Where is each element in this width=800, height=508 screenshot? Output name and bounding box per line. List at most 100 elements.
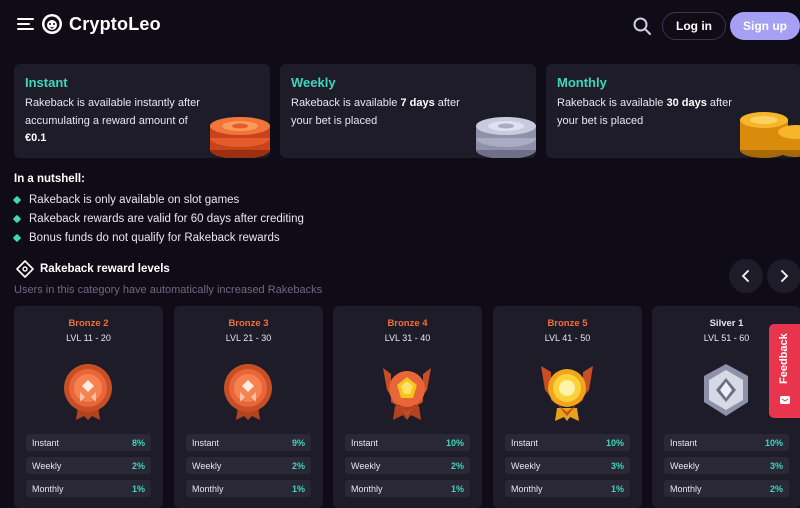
rate-row: Monthly 2% bbox=[664, 480, 789, 497]
rate-row: Monthly 1% bbox=[26, 480, 151, 497]
nutshell-item: Rakeback is only available on slot games bbox=[12, 194, 240, 206]
rate-row: Instant 10% bbox=[345, 434, 470, 451]
info-card-description: Rakeback is available instantly after ac… bbox=[25, 97, 200, 144]
search-icon[interactable] bbox=[632, 16, 652, 36]
rate-label: Instant bbox=[511, 437, 539, 448]
top-header: CryptoLeo Log in Sign up bbox=[0, 0, 800, 52]
rate-row: Monthly 1% bbox=[186, 480, 311, 497]
level-name: Bronze 2 bbox=[68, 318, 109, 329]
rate-value: 2% bbox=[450, 460, 464, 471]
rate-label: Weekly bbox=[192, 460, 222, 471]
rate-label: Monthly bbox=[511, 483, 543, 494]
info-card-description: Rakeback is available 7 days after your … bbox=[291, 97, 460, 127]
chevron-right-icon bbox=[781, 270, 789, 282]
lion-logo-icon bbox=[42, 14, 62, 34]
feedback-tab[interactable]: Feedback bbox=[769, 324, 800, 418]
level-card: Bronze 5 LVL 41 - 50 Instant 10% Weekly 3% Mon… bbox=[493, 306, 642, 508]
rate-value: 2% bbox=[291, 460, 305, 471]
rate-row: Monthly 1% bbox=[505, 480, 630, 497]
rate-row: Instant 9% bbox=[186, 434, 311, 451]
rate-value: 3% bbox=[769, 460, 783, 471]
info-card-title: Weekly bbox=[291, 75, 336, 90]
level-card: Bronze 2 LVL 11 - 20 Instant 8% Weekly 2% Mont… bbox=[14, 306, 163, 508]
nutshell-item: Bonus funds do not qualify for Rakeback … bbox=[12, 232, 280, 244]
brand-logo[interactable]: CryptoLeo bbox=[41, 13, 161, 35]
rate-value: 8% bbox=[131, 437, 145, 448]
rate-label: Instant bbox=[192, 437, 220, 448]
rate-value: 10% bbox=[445, 437, 464, 448]
feedback-label: Feedback bbox=[778, 333, 790, 385]
level-range: LVL 31 - 40 bbox=[384, 333, 431, 343]
rate-row: Weekly 3% bbox=[505, 457, 630, 474]
rate-row: Weekly 2% bbox=[186, 457, 311, 474]
chevron-left-icon bbox=[741, 270, 749, 282]
levels-subtitle: Users in this category have automaticall… bbox=[14, 284, 323, 296]
rate-value: 9% bbox=[291, 437, 305, 448]
info-card-title: Monthly bbox=[557, 75, 607, 90]
rate-value: 1% bbox=[291, 483, 305, 494]
bronze-coins-icon bbox=[210, 117, 270, 158]
carousel-next-button[interactable] bbox=[767, 259, 800, 293]
rate-row: Weekly 2% bbox=[26, 457, 151, 474]
level-range: LVL 41 - 50 bbox=[544, 333, 591, 343]
rate-value: 1% bbox=[610, 483, 624, 494]
level-name: Bronze 3 bbox=[228, 318, 269, 329]
rate-row: Instant 10% bbox=[505, 434, 630, 451]
diamond-bullet-icon bbox=[12, 195, 22, 205]
rate-label: Weekly bbox=[32, 460, 62, 471]
info-card-title: Instant bbox=[25, 75, 68, 90]
info-card-description: Rakeback is available 30 days after your… bbox=[557, 97, 732, 127]
bronze-gem-medal-icon bbox=[383, 368, 431, 420]
bronze-medal-icon bbox=[224, 364, 272, 420]
hamburger-menu-icon[interactable] bbox=[17, 18, 34, 31]
rate-value: 3% bbox=[610, 460, 624, 471]
carousel-prev-button[interactable] bbox=[729, 259, 763, 293]
level-card: Bronze 3 LVL 21 - 30 Instant 9% Weekly 2% Mont… bbox=[174, 306, 323, 508]
rate-label: Weekly bbox=[670, 460, 700, 471]
nutshell-item-text: Rakeback rewards are valid for 60 days a… bbox=[29, 213, 304, 225]
bronze-medal-icon bbox=[64, 364, 112, 420]
nutshell-item-text: Bonus funds do not qualify for Rakeback … bbox=[29, 232, 280, 244]
level-card: Bronze 4 LVL 31 - 40 Instant 10% Weekly 2% Mon… bbox=[333, 306, 482, 508]
ticket-icon bbox=[16, 260, 34, 278]
silver-coins-icon bbox=[476, 117, 536, 158]
level-name: Bronze 5 bbox=[547, 318, 588, 329]
gold-coins-icon bbox=[740, 112, 800, 158]
rate-value: 2% bbox=[131, 460, 145, 471]
level-range: LVL 11 - 20 bbox=[66, 333, 111, 343]
nutshell-item: Rakeback rewards are valid for 60 days a… bbox=[12, 213, 304, 225]
info-card-weekly: Weekly Rakeback is available 7 days afte… bbox=[280, 64, 536, 158]
rate-row: Instant 8% bbox=[26, 434, 151, 451]
rate-label: Instant bbox=[670, 437, 698, 448]
rate-label: Instant bbox=[32, 437, 60, 448]
rate-label: Weekly bbox=[351, 460, 381, 471]
info-card-instant: Instant Rakeback is available instantly … bbox=[14, 64, 270, 158]
level-name: Bronze 4 bbox=[387, 318, 428, 329]
login-button[interactable]: Log in bbox=[662, 12, 726, 40]
level-range: LVL 21 - 30 bbox=[225, 333, 272, 343]
rate-value: 10% bbox=[764, 437, 783, 448]
rate-row: Monthly 1% bbox=[345, 480, 470, 497]
diamond-bullet-icon bbox=[12, 233, 22, 243]
bronze-gold-medal-icon bbox=[541, 366, 593, 421]
nutshell-title: In a nutshell: bbox=[14, 173, 85, 185]
rate-value: 2% bbox=[769, 483, 783, 494]
rate-row: Weekly 3% bbox=[664, 457, 789, 474]
brand-name: CryptoLeo bbox=[69, 13, 161, 34]
signup-button[interactable]: Sign up bbox=[730, 12, 800, 40]
rate-row: Weekly 2% bbox=[345, 457, 470, 474]
rate-value: 1% bbox=[131, 483, 145, 494]
rate-row: Instant 10% bbox=[664, 434, 789, 451]
levels-title: Rakeback reward levels bbox=[40, 263, 170, 275]
info-card-monthly: Monthly Rakeback is available 30 days af… bbox=[546, 64, 800, 158]
rate-label: Monthly bbox=[351, 483, 383, 494]
silver-medal-icon bbox=[704, 364, 748, 416]
rate-label: Monthly bbox=[192, 483, 224, 494]
rate-label: Monthly bbox=[670, 483, 702, 494]
rate-label: Instant bbox=[351, 437, 379, 448]
rate-value: 10% bbox=[605, 437, 624, 448]
diamond-bullet-icon bbox=[12, 214, 22, 224]
nutshell-item-text: Rakeback is only available on slot games bbox=[29, 194, 240, 206]
chat-icon bbox=[780, 396, 790, 404]
rate-label: Weekly bbox=[511, 460, 541, 471]
